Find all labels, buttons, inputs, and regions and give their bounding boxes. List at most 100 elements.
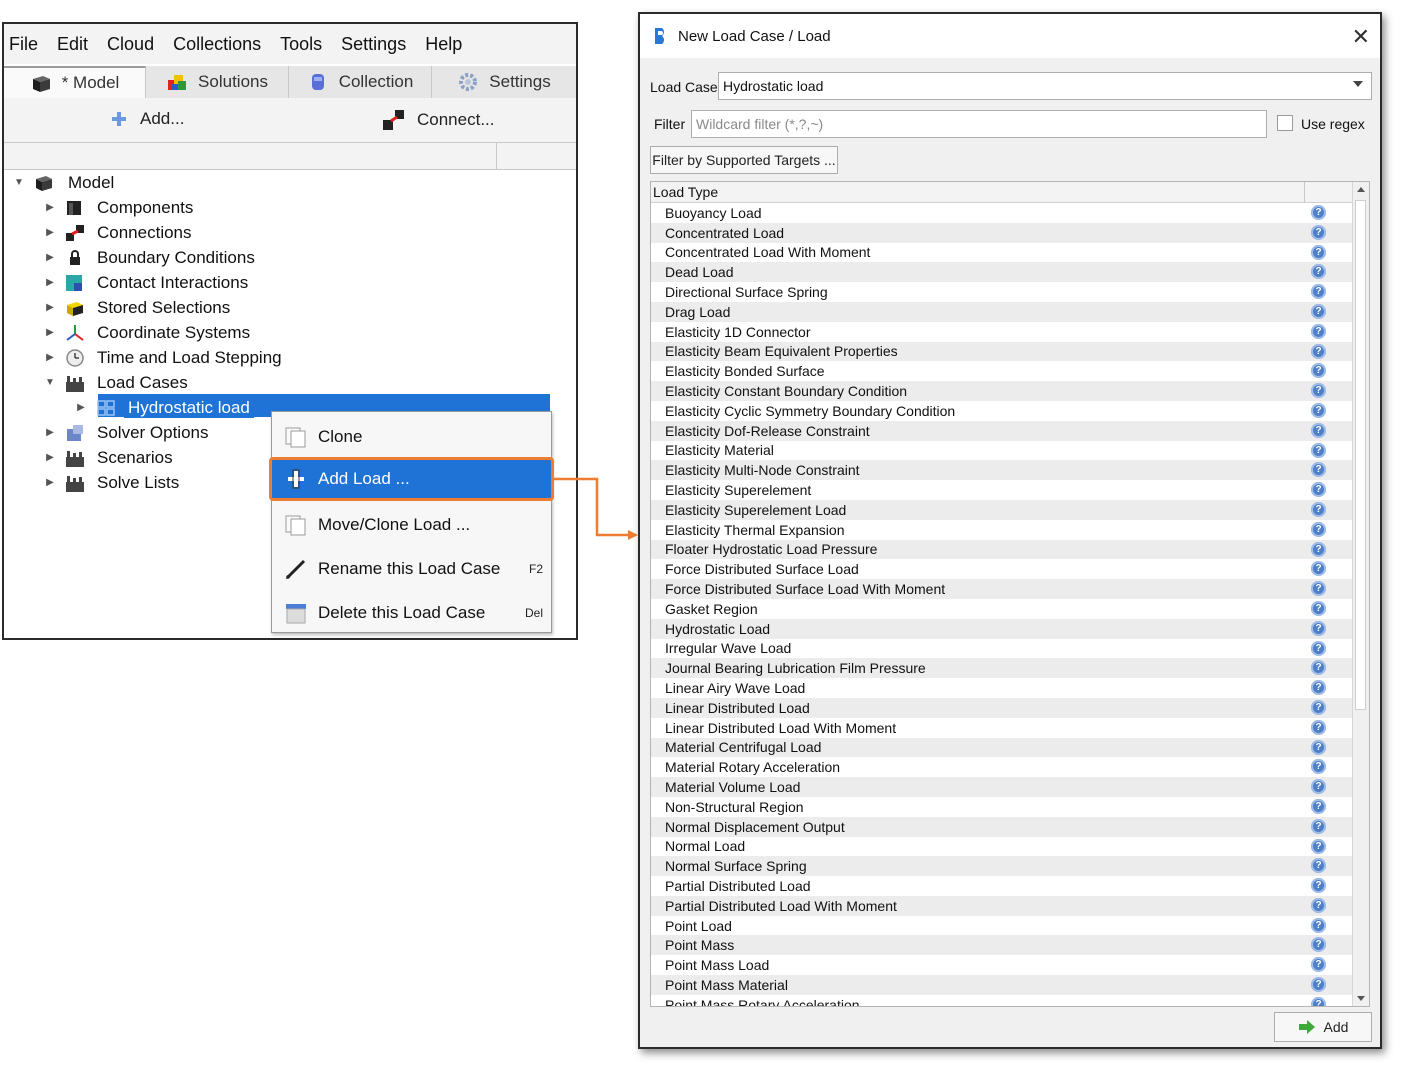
load-type-row[interactable]: Elasticity Beam Equivalent Properties? (651, 341, 1355, 362)
help-icon[interactable]: ? (1311, 640, 1326, 656)
load-type-row[interactable]: Partial Distributed Load? (651, 876, 1355, 896)
help-icon[interactable]: ? (1311, 383, 1326, 399)
column-separator[interactable] (1304, 182, 1305, 203)
load-type-row[interactable]: Gasket Region? (651, 599, 1355, 619)
load-type-row[interactable]: Point Load? (651, 916, 1355, 936)
help-icon[interactable]: ? (1311, 363, 1326, 379)
help-icon[interactable]: ? (1311, 284, 1326, 300)
help-icon[interactable]: ? (1311, 759, 1326, 775)
help-icon[interactable]: ? (1311, 541, 1326, 557)
help-icon[interactable]: ? (1311, 343, 1326, 359)
load-type-row[interactable]: Floater Hydrostatic Load Pressure? (651, 539, 1355, 560)
load-type-row[interactable]: Material Volume Load? (651, 777, 1355, 797)
help-icon[interactable]: ? (1311, 462, 1326, 478)
help-icon[interactable]: ? (1311, 957, 1326, 973)
load-type-row[interactable]: Elasticity Superelement Load? (651, 499, 1355, 520)
load-type-row[interactable]: Non-Structural Region? (651, 797, 1355, 817)
load-type-row[interactable]: Elasticity Material? (651, 441, 1355, 461)
load-type-row[interactable]: Force Distributed Surface Load With Mome… (651, 579, 1355, 599)
use-regex-checkbox[interactable] (1277, 115, 1293, 131)
scrollbar-thumb[interactable] (1355, 200, 1366, 710)
load-type-row[interactable]: Partial Distributed Load With Moment? (651, 895, 1355, 916)
load-type-row[interactable]: Linear Distributed Load With Moment? (651, 718, 1355, 738)
load-type-label: Force Distributed Surface Load With Mome… (665, 581, 946, 598)
help-icon[interactable]: ? (1311, 521, 1326, 537)
help-icon[interactable]: ? (1311, 561, 1326, 577)
help-icon[interactable]: ? (1311, 937, 1326, 953)
load-type-row[interactable]: Point Mass Material? (651, 975, 1355, 995)
load-type-row[interactable]: Dead Load? (651, 262, 1355, 283)
help-icon[interactable]: ? (1311, 818, 1326, 834)
load-type-row[interactable]: Force Distributed Surface Load? (651, 559, 1355, 579)
help-icon[interactable]: ? (1311, 264, 1326, 280)
help-icon[interactable]: ? (1311, 996, 1326, 1006)
help-icon[interactable]: ? (1311, 442, 1326, 458)
help-icon[interactable]: ? (1311, 858, 1326, 874)
help-icon[interactable]: ? (1311, 205, 1326, 220)
load-type-row[interactable]: Linear Distributed Load? (651, 697, 1355, 718)
load-type-row[interactable]: Hydrostatic Load? (651, 618, 1355, 639)
help-icon[interactable]: ? (1311, 244, 1326, 260)
help-icon[interactable]: ? (1311, 680, 1326, 696)
load-type-row[interactable]: Elasticity Multi-Node Constraint? (651, 460, 1355, 481)
load-type-row[interactable]: Directional Surface Spring? (651, 282, 1355, 302)
load-type-row[interactable]: Point Mass? (651, 935, 1355, 956)
load-type-row[interactable]: Normal Displacement Output? (651, 816, 1355, 837)
load-type-row[interactable]: Linear Airy Wave Load? (651, 678, 1355, 698)
load-type-row[interactable]: Drag Load? (651, 301, 1355, 322)
close-icon[interactable]: ✕ (1352, 24, 1370, 50)
column-header-load-type[interactable]: Load Type (653, 184, 718, 200)
load-type-row[interactable]: Elasticity 1D Connector? (651, 322, 1355, 342)
help-icon[interactable]: ? (1311, 699, 1326, 715)
load-type-row[interactable]: Material Rotary Acceleration? (651, 757, 1355, 777)
help-icon[interactable]: ? (1311, 739, 1326, 755)
load-type-row[interactable]: Journal Bearing Lubrication Film Pressur… (651, 658, 1355, 679)
help-icon[interactable]: ? (1311, 482, 1326, 498)
filter-input[interactable] (691, 110, 1267, 138)
add-button[interactable]: Add (1274, 1012, 1372, 1042)
help-icon[interactable]: ? (1311, 779, 1326, 795)
help-icon[interactable]: ? (1311, 977, 1326, 993)
load-type-row[interactable]: Point Mass Rotary Acceleration? (651, 995, 1355, 1007)
help-icon[interactable]: ? (1311, 303, 1326, 319)
help-icon[interactable]: ? (1311, 798, 1326, 814)
filter-by-supported-targets-button[interactable]: Filter by Supported Targets ... (650, 146, 838, 174)
load-type-row[interactable]: Buoyancy Load? (651, 203, 1355, 223)
arrow-right-icon (1298, 1020, 1315, 1034)
load-type-label: Point Mass Rotary Acceleration (665, 996, 860, 1007)
load-case-select[interactable]: Hydrostatic load (718, 72, 1372, 100)
help-icon[interactable]: ? (1311, 581, 1326, 597)
load-type-row[interactable]: Elasticity Cyclic Symmetry Boundary Cond… (651, 401, 1355, 421)
help-icon[interactable]: ? (1311, 620, 1326, 636)
help-icon[interactable]: ? (1311, 719, 1326, 735)
load-type-row[interactable]: Normal Load? (651, 837, 1355, 857)
help-icon[interactable]: ? (1311, 422, 1326, 438)
load-type-row[interactable]: Irregular Wave Load? (651, 639, 1355, 659)
help-icon[interactable]: ? (1311, 323, 1326, 339)
load-type-row[interactable]: Material Centrifugal Load? (651, 737, 1355, 758)
load-type-row[interactable]: Elasticity Superelement? (651, 480, 1355, 500)
help-icon[interactable]: ? (1311, 897, 1326, 913)
help-icon[interactable]: ? (1311, 838, 1326, 854)
load-type-row[interactable]: Point Mass Load? (651, 955, 1355, 975)
scroll-up-icon[interactable] (1357, 187, 1365, 192)
help-icon[interactable]: ? (1311, 224, 1326, 240)
load-type-row[interactable]: Concentrated Load With Moment? (651, 243, 1355, 263)
load-type-row[interactable]: Concentrated Load? (651, 222, 1355, 243)
load-type-label: Elasticity Multi-Node Constraint (665, 462, 860, 479)
load-type-label: Linear Distributed Load With Moment (665, 719, 897, 736)
help-icon[interactable]: ? (1311, 660, 1326, 676)
help-icon[interactable]: ? (1311, 600, 1326, 616)
load-type-row[interactable]: Elasticity Bonded Surface? (651, 361, 1355, 381)
load-type-row[interactable]: Elasticity Thermal Expansion? (651, 520, 1355, 540)
help-icon[interactable]: ? (1311, 501, 1326, 517)
load-type-row[interactable]: Elasticity Constant Boundary Condition? (651, 381, 1355, 401)
help-icon[interactable]: ? (1311, 402, 1326, 418)
load-type-row[interactable]: Normal Surface Spring? (651, 856, 1355, 877)
load-type-row[interactable]: Elasticity Dof-Release Constraint? (651, 420, 1355, 441)
load-type-label: Linear Distributed Load (665, 699, 810, 716)
scroll-down-icon[interactable] (1357, 996, 1365, 1001)
help-icon[interactable]: ? (1311, 917, 1326, 933)
help-icon[interactable]: ? (1311, 878, 1326, 894)
vertical-scrollbar[interactable] (1352, 182, 1369, 1006)
